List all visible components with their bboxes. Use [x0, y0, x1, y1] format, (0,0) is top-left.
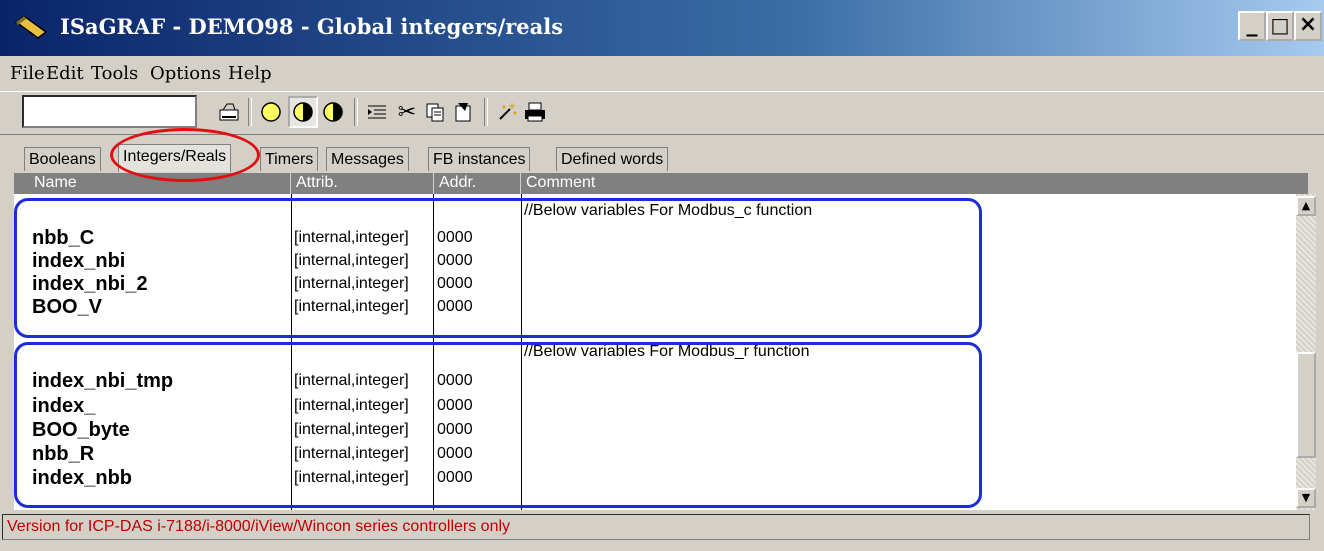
circle-half-icon[interactable]	[288, 96, 318, 128]
column-addr[interactable]: Addr.	[434, 173, 521, 194]
close-button[interactable]: ×	[1294, 11, 1322, 41]
paste-icon[interactable]	[448, 96, 478, 128]
isagraf-logo-icon	[14, 15, 48, 39]
minimize-button[interactable]: _	[1238, 11, 1266, 41]
menu-bar: File Edit Tools Options Help	[0, 57, 1324, 90]
column-comment[interactable]: Comment	[521, 173, 1308, 194]
circle-pie-icon[interactable]	[318, 96, 348, 128]
group-outline-annotation	[14, 342, 982, 508]
print-icon[interactable]	[520, 96, 550, 128]
indent-icon[interactable]	[362, 96, 392, 128]
tab-fb-instances[interactable]: FB instances	[428, 147, 531, 171]
tab-highlight-annotation	[110, 128, 260, 182]
cut-icon[interactable]: ✂	[392, 96, 422, 128]
scroll-down-icon[interactable]: ▼	[1296, 488, 1316, 508]
status-text: Version for ICP-DAS i-7188/i-8000/iView/…	[2, 514, 1310, 540]
window-title: ISaGRAF - DEMO98 - Global integers/reals	[60, 14, 564, 39]
tab-messages[interactable]: Messages	[326, 147, 409, 171]
menu-help[interactable]: Help	[228, 63, 272, 84]
maximize-button[interactable]: □	[1266, 11, 1294, 41]
toolbar-separator	[354, 98, 358, 126]
status-bar: Version for ICP-DAS i-7188/i-8000/iView/…	[0, 512, 1324, 551]
column-attrib[interactable]: Attrib.	[291, 173, 434, 194]
title-bar: ISaGRAF - DEMO98 - Global integers/reals…	[0, 0, 1324, 56]
wand-icon[interactable]	[492, 96, 522, 128]
vertical-scrollbar[interactable]: ▲ ▼	[1296, 194, 1316, 510]
variable-table: //Below variables For Modbus_c function …	[14, 194, 1296, 510]
copy-icon[interactable]	[420, 96, 450, 128]
menu-tools[interactable]: Tools	[91, 63, 138, 84]
toolbar-separator	[248, 98, 252, 126]
toolbar-separator	[484, 98, 488, 126]
tab-defined-words[interactable]: Defined words	[556, 147, 669, 171]
menu-edit[interactable]: Edit	[46, 63, 84, 84]
scrollbar-thumb[interactable]	[1296, 352, 1316, 458]
group-outline-annotation	[14, 198, 982, 338]
tab-timers[interactable]: Timers	[260, 147, 319, 171]
scroll-up-icon[interactable]: ▲	[1296, 196, 1316, 216]
tab-booleans[interactable]: Booleans	[24, 147, 101, 171]
circle-empty-icon[interactable]	[256, 96, 286, 128]
open-icon[interactable]	[214, 96, 244, 128]
menu-file[interactable]: File	[10, 63, 45, 84]
menu-options[interactable]: Options	[150, 63, 221, 84]
variable-search-input[interactable]	[22, 95, 197, 128]
